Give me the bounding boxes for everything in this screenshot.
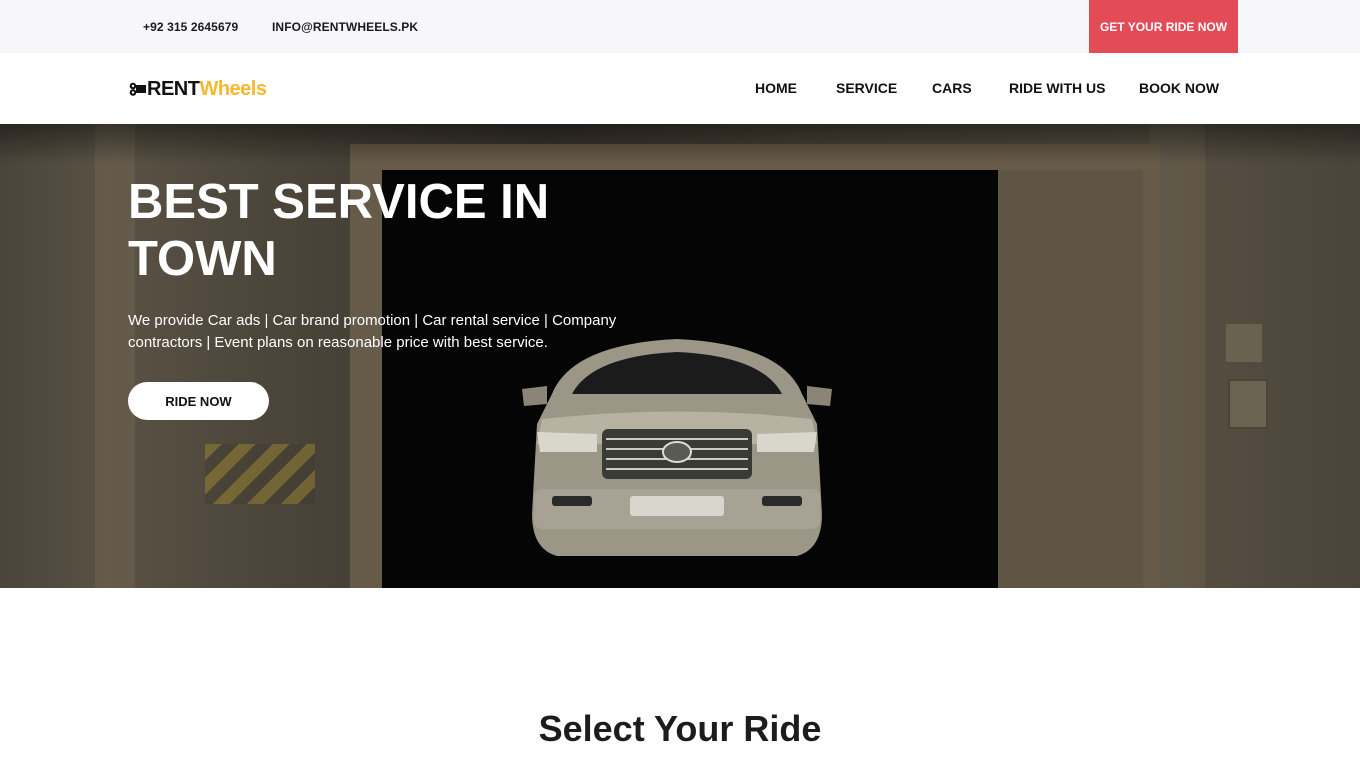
hero-shadow [0, 124, 1360, 164]
phone-number[interactable]: +92 315 2645679 [143, 0, 238, 53]
nav-ride-with-us[interactable]: RIDE WITH US [1009, 80, 1105, 96]
email-address[interactable]: INFO@RENTWHEELS.PK [272, 0, 418, 53]
select-your-ride-heading: Select Your Ride [538, 708, 822, 749]
wall-switch [1226, 324, 1262, 362]
site-logo[interactable]: RENT Wheels [128, 77, 267, 101]
ride-now-button[interactable]: RIDE NOW [128, 382, 269, 420]
garage-door-panel [998, 170, 1143, 588]
car-image [522, 339, 832, 556]
logo-text-wheels: Wheels [199, 77, 267, 100]
top-bar: +92 315 2645679 INFO@RENTWHEELS.PK GET Y… [0, 0, 1360, 53]
nav-book-now[interactable]: BOOK NOW [1139, 80, 1219, 96]
nav-cars[interactable]: CARS [932, 80, 972, 96]
wheels-logo-icon [129, 82, 146, 96]
navbar: RENT Wheels HOME SERVICE CARS RIDE WITH U… [0, 53, 1360, 124]
logo-text-rent: RENT [147, 77, 200, 100]
nav-service[interactable]: SERVICE [836, 80, 897, 96]
hero-title: BEST SERVICE IN TOWN [128, 175, 550, 286]
wall-box [1228, 379, 1268, 429]
get-your-ride-button[interactable]: GET YOUR RIDE NOW [1089, 0, 1238, 53]
hazard-stripes [205, 444, 315, 504]
nav-home[interactable]: HOME [755, 80, 797, 96]
hero-description: We provide Car ads | Car brand promotion… [128, 312, 617, 351]
